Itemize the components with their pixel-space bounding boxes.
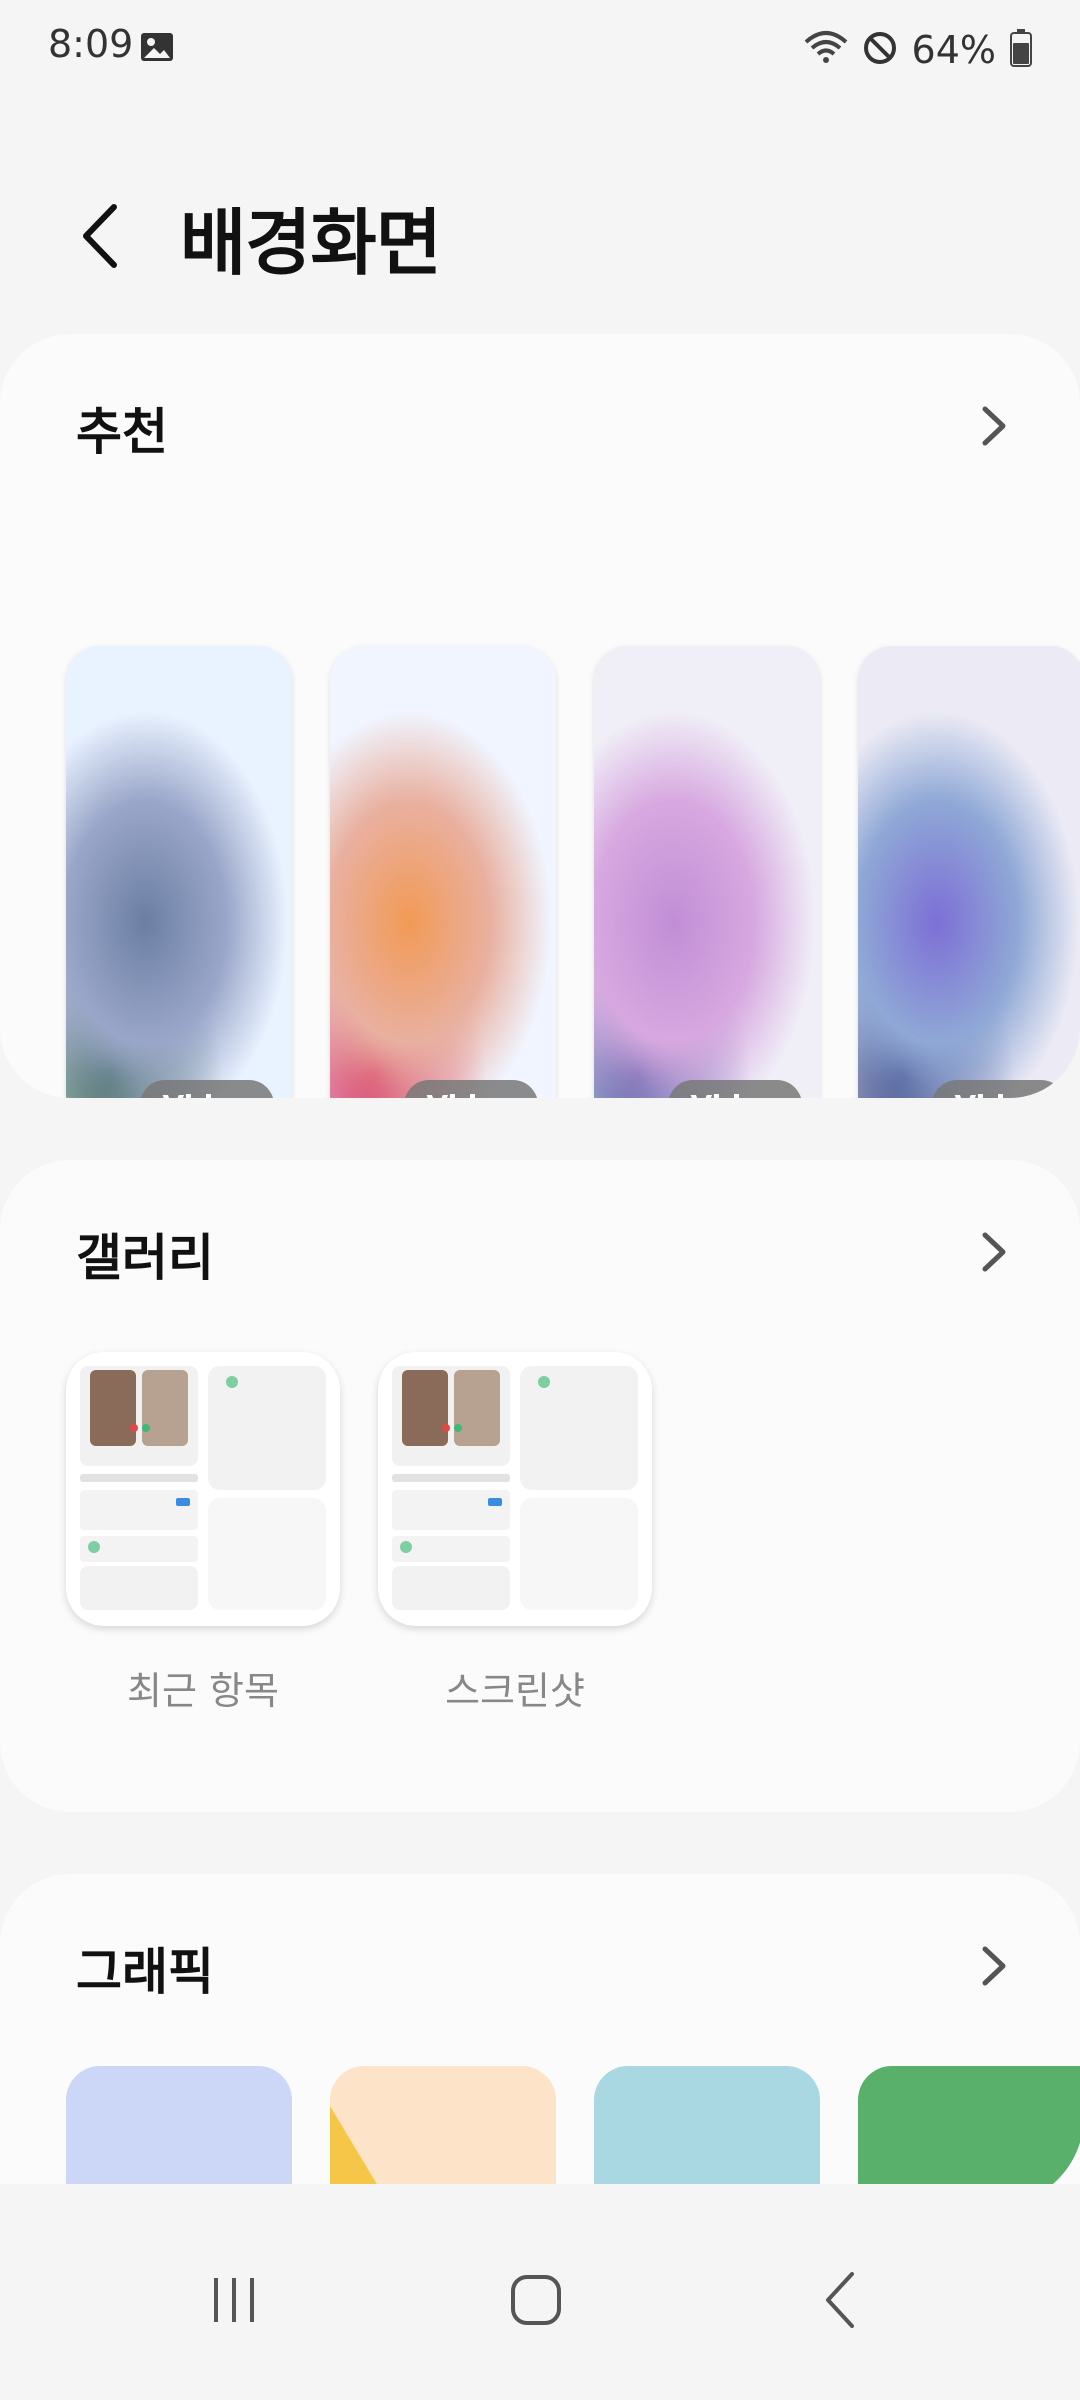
- recommended-header[interactable]: 추천: [0, 334, 1080, 514]
- video-badge: Video: [404, 1080, 538, 1098]
- chevron-right-icon[interactable]: [964, 1936, 1024, 1996]
- video-badge: Video: [932, 1080, 1066, 1098]
- album-label: 스크린샷: [445, 1669, 585, 1713]
- battery-percent: 64%: [911, 28, 996, 72]
- album-list: 최근 항목 스크린샷: [66, 1352, 652, 1715]
- tile-accent-shape: [330, 2106, 377, 2184]
- back-button[interactable]: [64, 196, 136, 276]
- graphic-wallpaper-tile[interactable]: [330, 2066, 556, 2184]
- navigation-bar: [0, 2200, 1080, 2400]
- status-bar: 8:09 64%: [0, 0, 1080, 100]
- home-icon: [511, 2275, 561, 2325]
- back-arrow-icon: [83, 204, 117, 268]
- gallery-section: 갤러리 최근 항목 스크린샷: [0, 1160, 1080, 1812]
- battery-icon: [1010, 29, 1032, 71]
- album-thumbnail: [378, 1352, 652, 1626]
- graphic-wallpaper-tile[interactable]: [66, 2066, 292, 2184]
- chevron-right-icon[interactable]: [964, 396, 1024, 456]
- recent-apps-icon: [214, 2278, 254, 2322]
- wifi-icon: [804, 30, 848, 70]
- wallpaper-thumbnail[interactable]: Video: [66, 646, 292, 1098]
- graphic-wallpaper-tile[interactable]: [594, 2066, 820, 2184]
- home-button[interactable]: [476, 2240, 596, 2360]
- section-title: 그래픽: [76, 1943, 214, 2001]
- back-nav-button[interactable]: [780, 2240, 900, 2360]
- graphic-wallpaper-tile[interactable]: [858, 2066, 1080, 2184]
- recent-apps-button[interactable]: [174, 2240, 294, 2360]
- album-screenshots[interactable]: 스크린샷: [378, 1352, 652, 1715]
- page-title: 배경화면: [180, 201, 442, 285]
- video-badge: Video: [668, 1080, 802, 1098]
- wallpaper-thumbnail[interactable]: Video: [594, 646, 820, 1098]
- gallery-header[interactable]: 갤러리: [0, 1160, 1080, 1340]
- wallpaper-thumbnail[interactable]: Video: [330, 646, 556, 1098]
- status-time: 8:09: [48, 22, 134, 66]
- gallery-notification-icon: [140, 32, 174, 62]
- graphic-section: 그래픽: [0, 1874, 1080, 2184]
- album-recent[interactable]: 최근 항목: [66, 1352, 340, 1715]
- do-not-disturb-icon: [862, 30, 898, 70]
- wallpaper-thumbnail[interactable]: Video: [858, 646, 1080, 1098]
- video-badge: Video: [140, 1080, 274, 1098]
- graphic-carousel[interactable]: [66, 2066, 1080, 2184]
- wallpaper-carousel[interactable]: Video Video Video Video: [66, 646, 1080, 1098]
- back-icon: [826, 2272, 854, 2328]
- chevron-right-icon[interactable]: [964, 1222, 1024, 1282]
- album-thumbnail: [66, 1352, 340, 1626]
- section-title: 갤러리: [76, 1229, 214, 1287]
- recommended-section: 추천 Video Video Video Video: [0, 334, 1080, 1098]
- graphic-header[interactable]: 그래픽: [0, 1874, 1080, 2054]
- album-label: 최근 항목: [127, 1669, 279, 1713]
- section-title: 추천: [76, 403, 168, 461]
